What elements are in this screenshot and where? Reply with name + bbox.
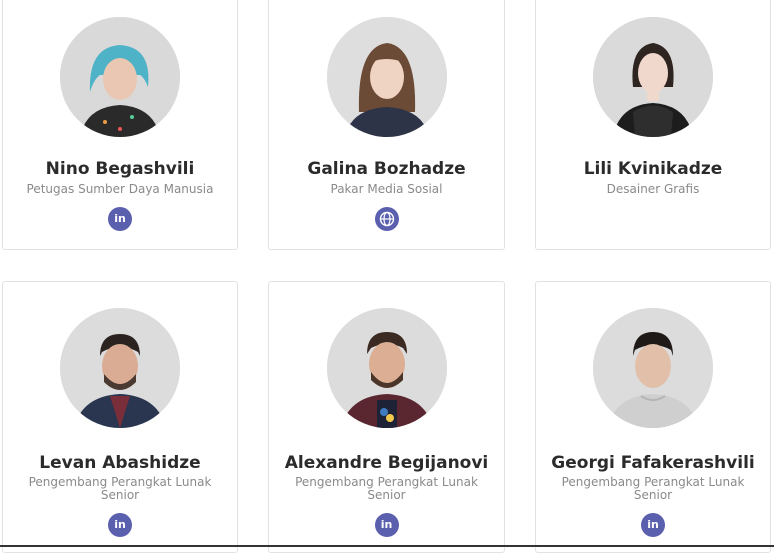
member-role: Desainer Grafis bbox=[606, 182, 700, 196]
linkedin-icon[interactable]: in bbox=[108, 513, 132, 537]
member-name: Georgi Fafakerashvili bbox=[551, 453, 755, 473]
member-name: Galina Bozhadze bbox=[307, 159, 466, 179]
team-card: Lili Kvinikadze Desainer Grafis bbox=[535, 0, 771, 250]
member-role: Pengembang Perangkat Lunak Senior bbox=[28, 475, 212, 502]
avatar bbox=[60, 308, 180, 428]
team-card: Georgi Fafakerashvili Pengembang Perangk… bbox=[535, 281, 771, 553]
avatar bbox=[326, 308, 447, 428]
linkedin-icon[interactable]: in bbox=[374, 513, 399, 537]
team-card: Galina Bozhadze Pakar Media Sosial bbox=[268, 0, 505, 250]
member-role: Pakar Media Sosial bbox=[330, 182, 443, 196]
avatar bbox=[593, 17, 713, 137]
linkedin-icon[interactable]: in bbox=[641, 513, 665, 537]
team-card: Alexandre Begijanovi Pengembang Perangka… bbox=[268, 281, 505, 553]
avatar bbox=[60, 17, 180, 137]
linkedin-icon[interactable]: in bbox=[108, 207, 132, 231]
member-name: Lili Kvinikadze bbox=[583, 159, 723, 179]
member-role: Pengembang Perangkat Lunak Senior bbox=[561, 475, 745, 502]
member-role: Petugas Sumber Daya Manusia bbox=[26, 182, 214, 196]
team-card: Nino Begashvili Petugas Sumber Daya Manu… bbox=[2, 0, 238, 250]
team-card: Levan Abashidze Pengembang Perangkat Lun… bbox=[2, 281, 238, 553]
member-name: Nino Begashvili bbox=[45, 159, 195, 179]
member-name: Levan Abashidze bbox=[39, 453, 201, 473]
member-name: Alexandre Begijanovi bbox=[284, 453, 489, 473]
avatar bbox=[593, 308, 713, 428]
member-role: Pengembang Perangkat Lunak Senior bbox=[295, 475, 478, 502]
avatar bbox=[326, 17, 447, 137]
globe-icon[interactable] bbox=[374, 207, 399, 231]
